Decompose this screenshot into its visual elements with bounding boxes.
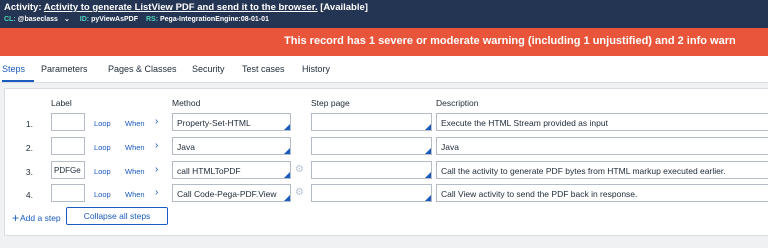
when-link[interactable]: When bbox=[125, 119, 145, 128]
autocomplete-corner-icon bbox=[425, 124, 431, 130]
method-value: Call Code-Pega-PDF.View bbox=[177, 189, 277, 199]
method-input[interactable]: call HTMLToPDF bbox=[172, 161, 291, 179]
step-number: 1. bbox=[25, 119, 33, 129]
step-page-input[interactable] bbox=[311, 113, 432, 131]
record-type-label: Activity: bbox=[4, 2, 42, 13]
class-key: CL: bbox=[4, 16, 16, 23]
step-label-input[interactable] bbox=[51, 137, 85, 155]
method-value: call HTMLToPDF bbox=[177, 166, 241, 176]
chevron-right-icon[interactable]: › bbox=[155, 187, 158, 198]
tab-security[interactable]: Security bbox=[192, 64, 225, 74]
loop-link[interactable]: Loop bbox=[94, 119, 111, 128]
step-label-input[interactable]: PDFGe bbox=[51, 161, 85, 179]
step-number: 2. bbox=[25, 143, 33, 153]
autocomplete-corner-icon bbox=[425, 148, 431, 154]
autocomplete-corner-icon bbox=[284, 195, 290, 201]
when-link[interactable]: When bbox=[125, 167, 145, 176]
method-input[interactable]: Call Code-Pega-PDF.View bbox=[172, 184, 291, 202]
record-title[interactable]: Activity to generate ListView PDF and se… bbox=[44, 2, 318, 13]
rs-value: Pega-IntegrationEngine:08-01-01 bbox=[159, 16, 269, 23]
description-input[interactable]: Call View activity to send the PDF back … bbox=[436, 184, 768, 202]
add-step-label: Add a step bbox=[20, 213, 61, 223]
gear-icon[interactable]: ⚙ bbox=[295, 164, 304, 175]
record-status: [Available] bbox=[320, 2, 368, 13]
class-value[interactable]: @baseclass bbox=[18, 16, 58, 23]
when-link[interactable]: When bbox=[125, 143, 145, 152]
step-number: 3. bbox=[25, 167, 33, 177]
method-value: Java bbox=[177, 142, 195, 152]
tab-bar: Steps Parameters Pages & Classes Securit… bbox=[0, 56, 768, 83]
autocomplete-corner-icon bbox=[425, 172, 431, 178]
chevron-right-icon[interactable]: › bbox=[155, 164, 158, 175]
step-label-input[interactable] bbox=[51, 184, 85, 202]
tab-history[interactable]: History bbox=[302, 64, 330, 74]
step-label-input[interactable] bbox=[51, 113, 85, 131]
warning-banner[interactable]: This record has 1 severe or moderate war… bbox=[0, 28, 768, 56]
chevron-right-icon[interactable]: › bbox=[155, 140, 158, 151]
description-input[interactable]: Execute the HTML Stream provided as inpu… bbox=[436, 113, 768, 131]
record-header: Activity: Activity to generate ListView … bbox=[0, 0, 768, 28]
id-key: ID: bbox=[79, 16, 90, 23]
method-value: Property-Set-HTML bbox=[177, 118, 251, 128]
column-header-step-page: Step page bbox=[311, 98, 350, 108]
autocomplete-corner-icon bbox=[425, 195, 431, 201]
tab-steps[interactable]: Steps bbox=[2, 64, 25, 74]
loop-link[interactable]: Loop bbox=[94, 143, 111, 152]
warning-text: This record has 1 severe or moderate war… bbox=[284, 35, 736, 47]
title-row: Activity: Activity to generate ListView … bbox=[4, 2, 368, 13]
column-header-description: Description bbox=[436, 98, 479, 108]
id-value: pyViewAsPDF bbox=[91, 16, 139, 23]
gear-icon[interactable]: ⚙ bbox=[295, 187, 304, 198]
add-step-link[interactable]: +Add a step bbox=[12, 211, 61, 225]
step-page-input[interactable] bbox=[311, 184, 432, 202]
loop-link[interactable]: Loop bbox=[94, 190, 111, 199]
autocomplete-corner-icon bbox=[284, 124, 290, 130]
loop-link[interactable]: Loop bbox=[94, 167, 111, 176]
collapse-all-button[interactable]: Collapse all steps bbox=[66, 207, 168, 225]
when-link[interactable]: When bbox=[125, 190, 145, 199]
chevron-right-icon[interactable]: › bbox=[155, 116, 158, 127]
active-tab-indicator bbox=[2, 80, 34, 82]
description-input[interactable]: Call the activity to generate PDF bytes … bbox=[436, 161, 768, 179]
plus-icon: + bbox=[12, 211, 20, 225]
method-input[interactable]: Property-Set-HTML bbox=[172, 113, 291, 131]
method-input[interactable]: Java bbox=[172, 137, 291, 155]
rs-key: RS: bbox=[145, 16, 159, 23]
tab-pages-classes[interactable]: Pages & Classes bbox=[108, 64, 177, 74]
step-page-input[interactable] bbox=[311, 161, 432, 179]
autocomplete-corner-icon bbox=[284, 172, 290, 178]
autocomplete-corner-icon bbox=[284, 148, 290, 154]
step-number: 4. bbox=[25, 190, 33, 200]
step-page-input[interactable] bbox=[311, 137, 432, 155]
tab-parameters[interactable]: Parameters bbox=[41, 64, 88, 74]
column-header-label: Label bbox=[51, 98, 72, 108]
record-meta: CL: @baseclass ⌄ ID: pyViewAsPDF RS: Pega… bbox=[4, 15, 275, 23]
chevron-down-icon[interactable]: ⌄ bbox=[64, 16, 70, 23]
description-input[interactable]: Java bbox=[436, 137, 768, 155]
tab-test-cases[interactable]: Test cases bbox=[242, 64, 285, 74]
column-header-method: Method bbox=[172, 98, 201, 108]
